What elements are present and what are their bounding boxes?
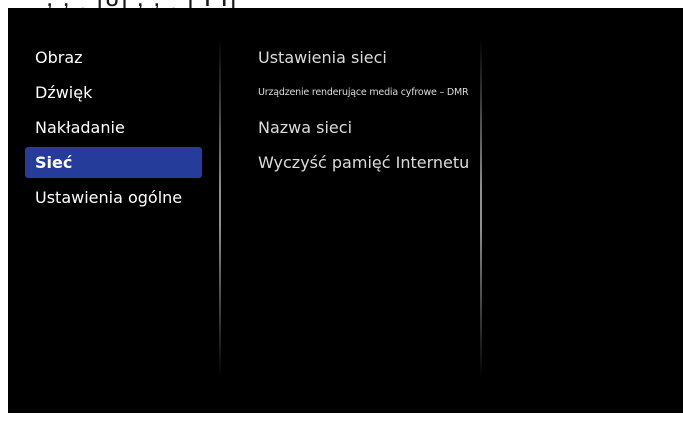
sub-menu-item-nazwa-sieci[interactable]: Nazwa sieci: [258, 110, 486, 145]
main-menu-item-dzwiek[interactable]: Dźwięk: [25, 75, 202, 110]
column-divider: [219, 38, 221, 378]
main-menu-item-ustawienia-ogolne[interactable]: Ustawienia ogólne: [25, 180, 202, 215]
main-menu-item-nakladanie[interactable]: Nakładanie: [25, 110, 202, 145]
main-menu: Obraz Dźwięk Nakładanie Sieć Ustawienia …: [25, 40, 202, 215]
osd-menu-screen: Obraz Dźwięk Nakładanie Sieć Ustawienia …: [8, 8, 683, 413]
main-menu-item-siec[interactable]: Sieć: [25, 147, 202, 178]
sub-menu-item-wyczysc-pamiec[interactable]: Wyczyść pamięć Internetu: [258, 145, 486, 180]
sub-menu-item-ustawienia-sieci[interactable]: Ustawienia sieci: [258, 40, 486, 75]
column-divider: [480, 38, 482, 378]
sub-menu: Ustawienia sieci Urządzenie renderujące …: [258, 40, 486, 180]
sub-menu-item-dmr[interactable]: Urządzenie renderujące media cyfrowe – D…: [258, 75, 486, 110]
main-menu-item-obraz[interactable]: Obraz: [25, 40, 202, 75]
